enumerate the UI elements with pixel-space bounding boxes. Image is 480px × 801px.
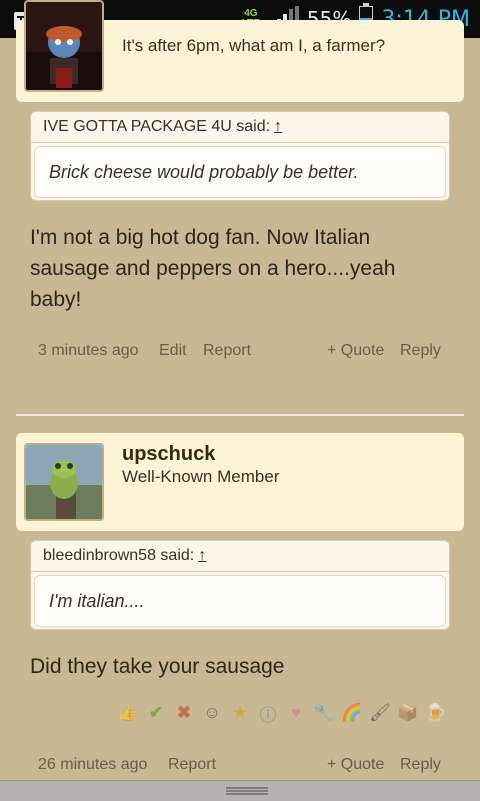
quote-source-link-icon[interactable]: ↑ — [274, 118, 282, 135]
avatar-image — [26, 445, 102, 519]
like-icon[interactable]: 👍 — [116, 702, 140, 724]
quote-text: I'm italian.... — [49, 590, 145, 611]
post-time[interactable]: 26 minutes ago — [38, 756, 147, 774]
creative-icon[interactable]: 🖌 — [368, 702, 392, 724]
avatar-image — [26, 2, 102, 90]
user-title: Well-Known Member — [122, 467, 280, 486]
user-card: upschuck Well-Known Member — [16, 433, 464, 531]
quote-block: bleedinbrown58 said: ↑ I'm italian.... — [30, 540, 450, 630]
agree-icon[interactable]: ✔ — [144, 702, 168, 724]
post-time[interactable]: 3 minutes ago — [38, 342, 139, 360]
quote-body: Brick cheese would probably be better. — [34, 146, 446, 198]
informative-icon[interactable]: ⓘ — [256, 702, 280, 725]
user-message: It's after 6pm, what am I, a farmer? — [122, 36, 386, 55]
user-card: It's after 6pm, what am I, a farmer? — [16, 0, 464, 102]
love-icon[interactable]: ♥ — [284, 702, 308, 724]
post-divider — [16, 414, 464, 416]
quote-source-link-icon[interactable]: ↑ — [198, 547, 206, 564]
post-message: I'm not a big hot dog fan. Now Italian s… — [30, 226, 396, 311]
quote-author: bleedinbrown58 said: — [43, 547, 195, 564]
post-message: Did they take your sausage — [30, 655, 285, 678]
avatar[interactable] — [24, 443, 104, 521]
quote-body: I'm italian.... — [34, 575, 446, 627]
quote-button[interactable]: + Quote — [327, 756, 384, 774]
edit-link[interactable]: Edit — [159, 342, 187, 360]
quote-button[interactable]: + Quote — [327, 342, 384, 360]
quote-header: bleedinbrown58 said: ↑ — [31, 541, 449, 572]
quote-author: IVE GOTTA PACKAGE 4U said: — [43, 118, 271, 135]
username[interactable]: upschuck — [122, 443, 215, 466]
winner-icon[interactable]: ★ — [228, 702, 252, 724]
reply-button[interactable]: Reply — [400, 342, 441, 360]
bottom-drawer-bar[interactable] — [0, 780, 480, 801]
rainbow-icon[interactable]: 🌈 — [340, 702, 364, 724]
report-link[interactable]: Report — [203, 342, 251, 360]
quote-header: IVE GOTTA PACKAGE 4U said: ↑ — [31, 112, 449, 143]
reply-button[interactable]: Reply — [400, 756, 441, 774]
beer-icon[interactable]: 🍺 — [424, 702, 448, 724]
drag-handle-icon[interactable] — [226, 787, 268, 795]
useful-icon[interactable]: 🔧 — [312, 702, 336, 724]
avatar[interactable] — [24, 0, 104, 92]
disagree-icon[interactable]: ✖ — [172, 702, 196, 724]
funny-icon[interactable]: ☺ — [200, 702, 224, 724]
quote-text: Brick cheese would probably be better. — [49, 161, 359, 182]
quote-block: IVE GOTTA PACKAGE 4U said: ↑ Brick cheese… — [30, 111, 450, 201]
package-icon[interactable]: 📦 — [396, 702, 420, 724]
report-link[interactable]: Report — [168, 756, 216, 774]
reactions-bar: 👍 ✔ ✖ ☺ ★ ⓘ ♥ 🔧 🌈 🖌 📦 🍺 — [116, 702, 448, 725]
